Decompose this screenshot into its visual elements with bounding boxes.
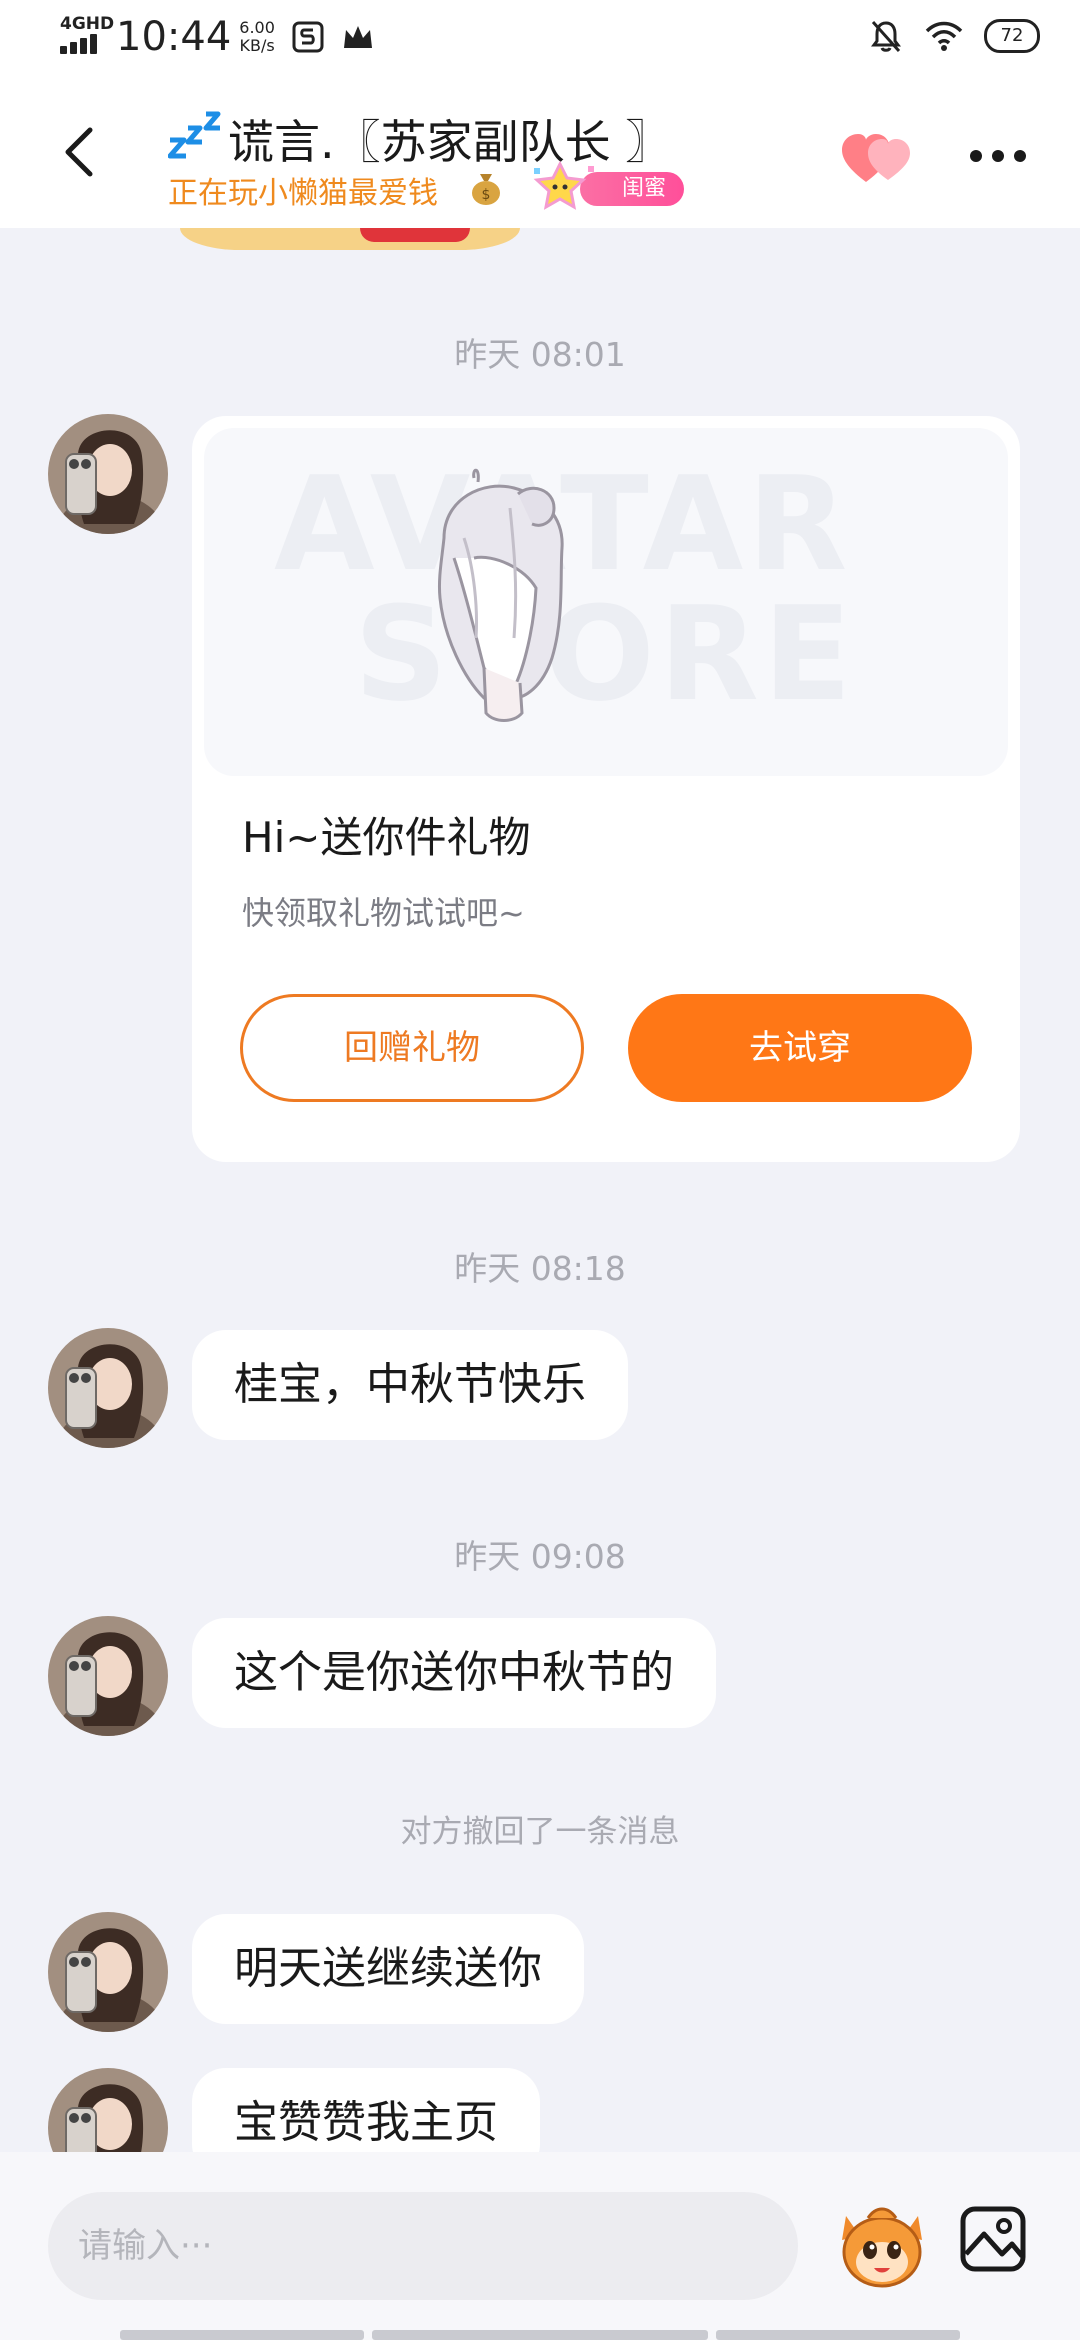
battery-indicator: 72 <box>984 19 1040 53</box>
message-bubble[interactable]: 桂宝，中秋节快乐 <box>192 1330 628 1440</box>
gift-card-title: Hi~送你件礼物 <box>242 813 531 862</box>
app-notification-icon <box>292 21 324 53</box>
contact-name[interactable]: 谎言.〖苏家副队长 〗 <box>228 106 671 172</box>
gift-card[interactable]: AVATAR STORE Hi~送你件礼物 快领取礼物试试吧~ 回赠礼物 去试穿 <box>192 416 1020 1162</box>
mascot-emoji-icon[interactable] <box>832 2196 932 2292</box>
avatar[interactable] <box>48 414 168 534</box>
status-bar: 4GHD 10:44 6.00 KB/s 72 <box>0 0 1080 86</box>
message-timestamp: 昨天 08:18 <box>454 1249 626 1288</box>
signal-icon: 4GHD <box>60 14 114 60</box>
star-badge-icon <box>533 160 594 210</box>
network-speed: 6.00 KB/s <box>239 19 275 55</box>
avatar[interactable] <box>48 1616 168 1736</box>
money-bag-icon: $ <box>472 174 500 205</box>
input-bar <box>0 2152 1080 2340</box>
gift-card-subtitle: 快领取礼物试试吧~ <box>242 894 525 932</box>
wifi-icon <box>925 21 963 51</box>
hair-item-icon <box>438 468 564 722</box>
try-on-button[interactable]: 去试穿 <box>628 994 972 1102</box>
recall-notice: 对方撤回了一条消息 <box>400 1814 680 1850</box>
return-gift-button[interactable]: 回赠礼物 <box>240 994 584 1102</box>
nav-bar-segment <box>120 2330 364 2340</box>
back-chevron-icon[interactable] <box>52 122 112 182</box>
bell-muted-icon <box>871 20 901 53</box>
network-type: 4GHD <box>60 14 115 34</box>
double-heart-icon[interactable] <box>840 130 916 186</box>
avatar[interactable] <box>48 1912 168 2032</box>
gift-image[interactable]: AVATAR STORE <box>204 428 1008 776</box>
message-timestamp: 昨天 08:01 <box>454 335 626 374</box>
previous-image-fragment-accent <box>360 228 470 242</box>
svg-text:$: $ <box>482 187 491 203</box>
message-timestamp: 昨天 09:08 <box>454 1537 626 1576</box>
avatar[interactable] <box>48 1328 168 1448</box>
speed-value: 6.00 <box>239 18 275 37</box>
nav-bar-segment <box>372 2330 708 2340</box>
status-time: 10:44 <box>116 14 232 60</box>
chat-header: 谎言.〖苏家副队长 〗 正在玩小懒猫最爱钱 $ 闺蜜 <box>0 86 1080 228</box>
contact-status: 正在玩小懒猫最爱钱 <box>168 176 438 211</box>
message-bubble[interactable]: 这个是你送你中秋节的 <box>192 1618 716 1728</box>
message-bubble[interactable]: 明天送继续送你 <box>192 1914 584 2024</box>
speed-unit: KB/s <box>239 36 275 55</box>
more-dots-icon[interactable] <box>968 148 1028 164</box>
sleep-zz-icon <box>168 111 221 159</box>
nav-bar-segment <box>716 2330 960 2340</box>
crown-icon <box>343 26 372 48</box>
photo-icon[interactable] <box>958 2204 1028 2274</box>
message-input[interactable] <box>48 2192 798 2300</box>
